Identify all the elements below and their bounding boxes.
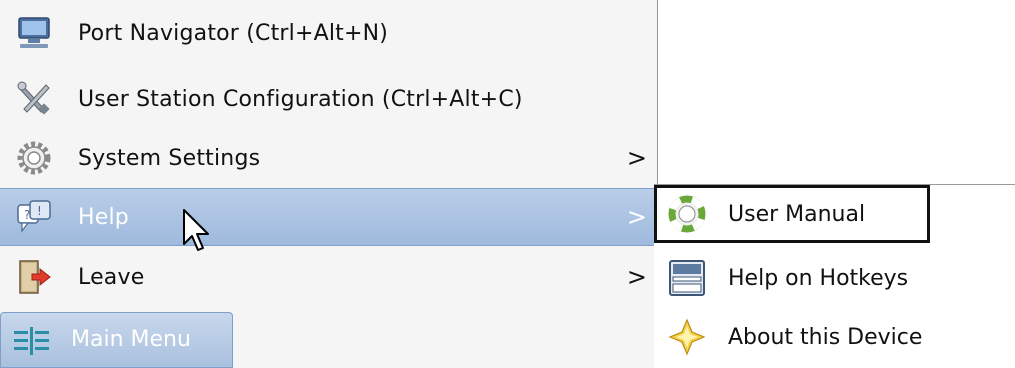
- submenu-item-label: About this Device: [728, 325, 923, 350]
- mouse-cursor-icon: [182, 208, 212, 256]
- star-diamond-icon: [664, 314, 710, 360]
- main-menu-panel: Port Navigator (Ctrl+Alt+N) User Station…: [0, 0, 658, 368]
- menu-item-port-navigator[interactable]: Port Navigator (Ctrl+Alt+N): [0, 4, 657, 62]
- main-menu-button[interactable]: Main Menu: [0, 312, 233, 368]
- menu-grid-icon: [11, 321, 51, 361]
- menu-item-help[interactable]: ? ! Help >: [0, 188, 657, 246]
- submenu-item-label: User Manual: [728, 202, 866, 227]
- lifebuoy-icon: [664, 191, 710, 237]
- menu-item-leave[interactable]: Leave >: [0, 248, 657, 306]
- main-menu-label: Main Menu: [71, 327, 191, 352]
- svg-text:!: !: [37, 204, 42, 218]
- keyboard-window-icon: [664, 255, 710, 301]
- menu-item-user-station-configuration[interactable]: User Station Configuration (Ctrl+Alt+C): [0, 70, 657, 128]
- chevron-right-icon: >: [626, 144, 647, 172]
- chevron-right-icon: >: [626, 263, 647, 291]
- menu-item-label: Port Navigator (Ctrl+Alt+N): [78, 20, 389, 46]
- submenu-item-label: Help on Hotkeys: [728, 266, 909, 291]
- menu-item-label: User Station Configuration (Ctrl+Alt+C): [78, 86, 523, 112]
- monitor-network-icon: [10, 9, 58, 57]
- gear-icon: [10, 134, 58, 182]
- menu-item-system-settings[interactable]: System Settings >: [0, 129, 657, 187]
- submenu-item-about-this-device[interactable]: About this Device: [654, 308, 1015, 366]
- menu-item-label: System Settings: [78, 145, 261, 171]
- help-chat-icon: ? !: [10, 193, 58, 241]
- submenu-item-user-manual[interactable]: User Manual: [654, 185, 930, 243]
- menu-item-label: Help: [78, 204, 129, 230]
- tools-icon: [10, 75, 58, 123]
- exit-door-icon: [10, 253, 58, 301]
- chevron-right-icon: >: [626, 203, 647, 231]
- submenu-item-help-on-hotkeys[interactable]: Help on Hotkeys: [654, 249, 1015, 307]
- menu-item-label: Leave: [78, 264, 145, 290]
- help-submenu: User Manual Help on Hotkeys About this D…: [654, 184, 1015, 368]
